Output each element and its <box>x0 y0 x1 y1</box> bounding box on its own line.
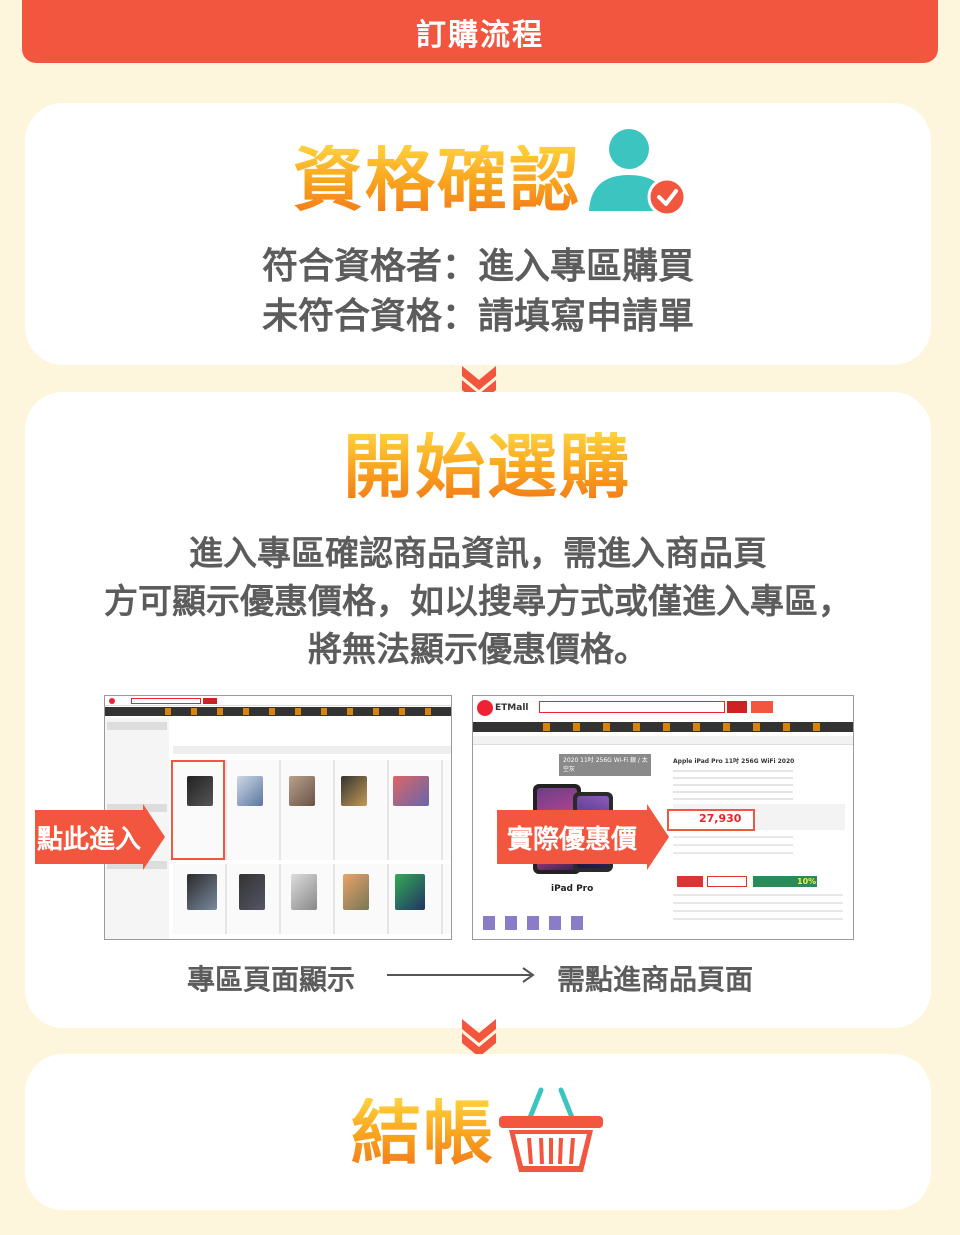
step-shopping-title: 開始選購 <box>343 426 631 508</box>
ipad-pro-caption: iPad Pro <box>551 884 594 894</box>
step-checkout-card: 結帳 <box>25 1054 931 1210</box>
actual-price-callout: 實際優惠價 <box>497 804 669 870</box>
product-banner-text: 2020 11吋 256G Wi-Fi 銀 / 太空灰 <box>563 757 648 773</box>
user-check-icon <box>589 129 687 217</box>
shopping-basket-icon <box>499 1087 603 1172</box>
product-page-caption: 需點進商品頁面 <box>557 963 754 996</box>
discount-price: 27,930 <box>699 812 742 825</box>
shopping-desc-line3: 將無法顯示優惠價格。 <box>308 630 648 670</box>
shopping-desc-line2: 方可顯示優惠價格，如以搜尋方式或僅進入專區， <box>104 582 852 622</box>
zone-page-caption: 專區頁面顯示 <box>187 963 356 996</box>
etmall-logo: ETMall <box>495 703 529 713</box>
header-title: 訂購流程 <box>416 17 544 53</box>
shopping-desc-line1: 進入專區確認商品資訊，需進入商品頁 <box>189 534 767 574</box>
step-qualification-card: 資格確認 符合資格者：進入專區購買 未符合資格：請填寫申請單 <box>25 103 931 365</box>
click-to-enter-label: 點此進入 <box>36 824 141 855</box>
click-to-enter-callout: 點此進入 <box>35 804 165 870</box>
step-qualification-title: 資格確認 <box>293 139 581 221</box>
qualified-text: 符合資格者：進入專區購買 <box>261 246 694 287</box>
step-shopping-card: 開始選購 進入專區確認商品資訊，需進入商品頁 方可顯示優惠價格，如以搜尋方式或僅… <box>25 392 931 1028</box>
step-checkout-title: 結帳 <box>351 1092 495 1174</box>
header-bar: 訂購流程 <box>22 0 938 63</box>
chevron-down-icon <box>462 1019 496 1057</box>
arrow-right-icon <box>387 967 535 983</box>
unqualified-text: 未符合資格：請填寫申請單 <box>261 296 694 337</box>
product-name: Apple iPad Pro 11吋 256G WiFi 2020 <box>673 758 795 765</box>
actual-price-label: 實際優惠價 <box>506 824 637 855</box>
cashback-badge: 10% <box>797 877 817 886</box>
